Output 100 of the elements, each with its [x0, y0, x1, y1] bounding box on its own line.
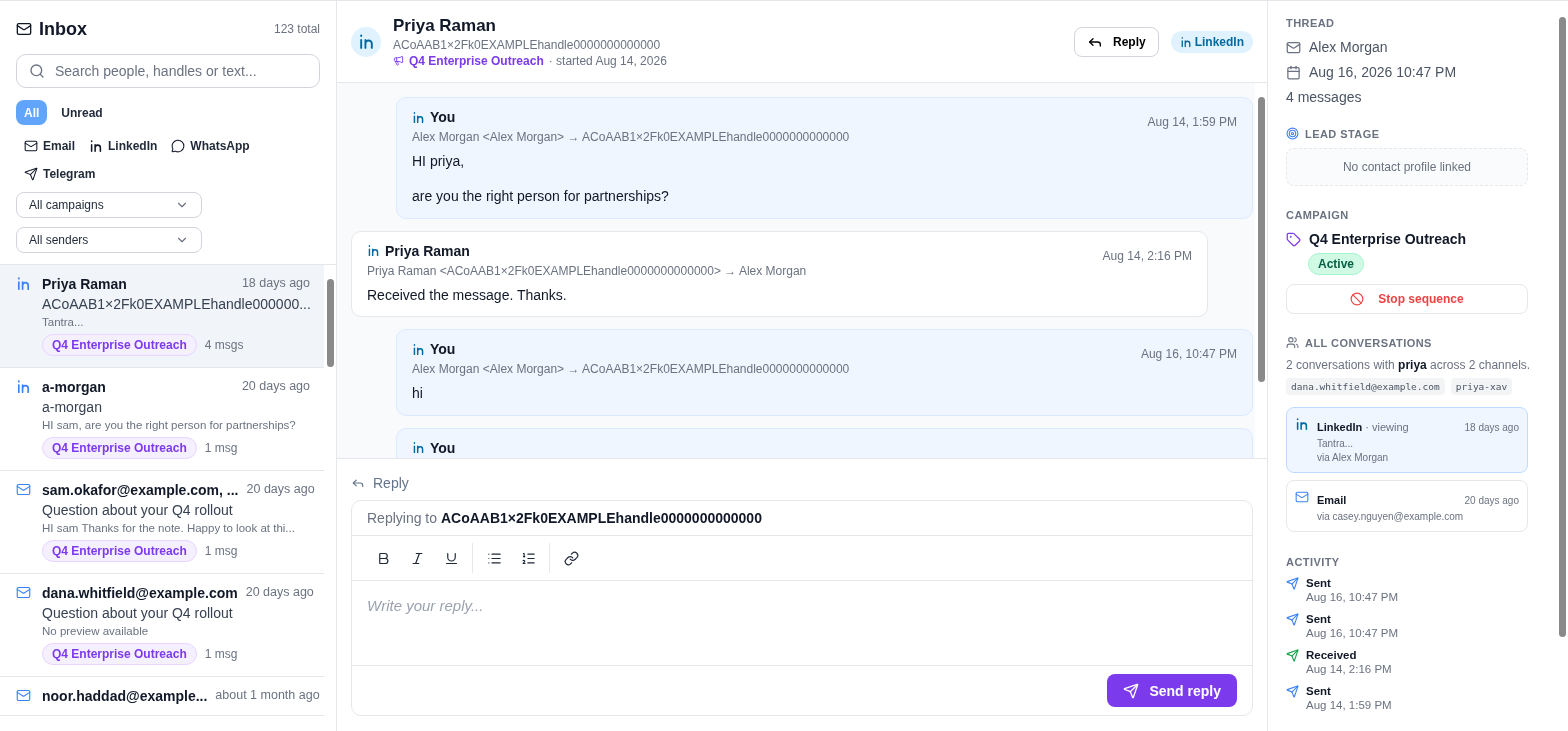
channel-filter[interactable]: Email: [22, 137, 77, 155]
timestamp: 20 days ago: [1464, 495, 1519, 506]
message-body: hi: [412, 385, 424, 403]
mail-icon: [1295, 490, 1309, 504]
paper-plane-icon: [1286, 613, 1299, 626]
dropdown[interactable]: All senders: [16, 227, 202, 253]
activity-time: Aug 14, 2:16 PM: [1306, 663, 1392, 675]
reply-icon: [351, 476, 365, 490]
channel-filter[interactable]: LinkedIn: [87, 137, 160, 155]
contact-name: Priya Raman: [42, 276, 127, 292]
activity-time: Aug 14, 1:59 PM: [1306, 699, 1392, 711]
campaign-tag: Q4 Enterprise Outreach: [42, 540, 197, 562]
conversation-card[interactable]: LinkedIn · viewing 18 days ago Tantra... via Alex Morgan: [1286, 407, 1528, 473]
message-count: 1 msg: [204, 441, 238, 455]
section-heading: ALL CONVERSATIONS: [1305, 336, 1432, 349]
search-input[interactable]: Search people, handles or text...: [53, 62, 307, 80]
users-icon: [1286, 336, 1299, 349]
timestamp: 18 days ago: [1464, 422, 1519, 433]
sender-name: Priya Raman: [385, 242, 470, 259]
empty-state: No contact profile linked: [1286, 148, 1528, 186]
message-body: HI priya, are you the right person for partnerships?: [412, 153, 670, 206]
replying-to-label: Replying to ACoAAB1×2Fk0EXAMPLEhandle0000000000000: [367, 510, 762, 526]
contact-handle: ACoAAB1×2Fk0EXAMPLEhandle0000000000000: [393, 37, 662, 52]
search-icon: [29, 63, 45, 79]
conversation-card[interactable]: Email 20 days ago via casey.nguyen@example.com: [1286, 480, 1528, 532]
message-count: 4 messages: [1286, 89, 1362, 105]
send-reply-button[interactable]: Send reply: [1107, 674, 1237, 707]
handle-chip: priya-xav: [1450, 378, 1513, 395]
conversation-summary: 2 conversations with priya across 2 channels.: [1286, 358, 1532, 372]
timestamp: 18 days ago: [241, 276, 310, 292]
message-preview: Tantra...: [1317, 438, 1355, 449]
activity-time: Aug 16, 10:47 PM: [1306, 627, 1399, 639]
linkedin-icon: [1295, 417, 1309, 431]
linkedin-icon: [412, 441, 425, 454]
message-count: 1 msg: [204, 647, 238, 661]
linkedin-icon: [89, 139, 103, 153]
message-count: 4 msgs: [204, 338, 244, 352]
mail-icon: [16, 585, 31, 600]
linkedin-icon: [16, 276, 31, 291]
linkedin-icon: [367, 244, 380, 257]
dropdown[interactable]: All campaigns: [16, 192, 202, 218]
timestamp: 20 days ago: [241, 379, 310, 395]
message-preview: HI sam Thanks for the note. Happy to look at thi...: [42, 522, 296, 534]
conversation-subject: ACoAAB1×2Fk0EXAMPLEhandle000000...: [42, 296, 310, 312]
calendar-icon: [1286, 64, 1301, 80]
message-route: Alex Morgan <Alex Morgan> → ACoAAB1×2Fk0EXAMPLEhandle0000000000000: [412, 130, 851, 144]
activity-label: Received: [1306, 649, 1358, 661]
handle-chip: dana.whitfield@example.com: [1286, 378, 1445, 395]
sender-name: You: [430, 341, 456, 357]
timestamp: 20 days ago: [245, 585, 314, 601]
contact-name: sam.okafor@example.com, ...: [42, 482, 239, 498]
message-time: Aug 14, 1:59 PM: [1147, 115, 1237, 129]
channel-name: LinkedIn · viewing: [1317, 420, 1409, 435]
message-preview: HI sam, are you the right person for partnerships?: [42, 419, 297, 431]
reply-button[interactable]: Reply: [1073, 26, 1159, 57]
message-body: Received the message. Thanks.: [367, 286, 568, 304]
paper-plane-icon: [1286, 649, 1299, 662]
campaign-name: Q4 Enterprise Outreach: [1309, 231, 1467, 247]
contact-name: Priya Raman: [393, 15, 497, 36]
linkedin-icon: [16, 379, 31, 394]
linkedin-icon: [357, 33, 375, 50]
activity-label: Sent: [1306, 613, 1332, 625]
campaign-link[interactable]: Q4 Enterprise Outreach: [409, 53, 544, 68]
numbered-list-icon: [520, 550, 536, 566]
filter-tab[interactable]: Unread: [53, 100, 111, 125]
reply-editor[interactable]: Replying to ACoAAB1×2Fk0EXAMPLEhandle0000000000000 Write your reply... Send reply: [351, 500, 1253, 716]
message-route: Priya Raman <ACoAAB1×2Fk0EXAMPLEhandle0000000000000> → Alex Morgan: [367, 263, 808, 278]
activity-time: Aug 16, 10:47 PM: [1306, 591, 1399, 603]
start-date: · started Aug 14, 2026: [548, 53, 667, 68]
message-time: Aug 16, 10:47 PM: [1140, 347, 1237, 361]
timestamp: 20 days ago: [246, 482, 315, 498]
status-badge: Active: [1308, 253, 1365, 275]
bullet-list-icon: [486, 550, 502, 566]
campaign-tag: Q4 Enterprise Outreach: [42, 437, 197, 459]
send-icon: [1123, 682, 1140, 699]
thread-date: Aug 16, 2026 10:47 PM: [1309, 64, 1457, 80]
linkedin-icon: [1179, 35, 1192, 48]
linkedin-icon: [412, 110, 425, 124]
contact-name: a-morgan: [42, 379, 106, 395]
channel-filter[interactable]: WhatsApp: [169, 137, 252, 155]
tag-icon: [1286, 231, 1301, 247]
message-preview: No preview available: [42, 625, 150, 637]
message-route: Alex Morgan <Alex Morgan> → ACoAAB1×2Fk0EXAMPLEhandle0000000000000: [412, 362, 851, 376]
message-preview: Tantra...: [42, 316, 85, 328]
search-field[interactable]: Search people, handles or text...: [16, 54, 320, 88]
stop-sequence-button[interactable]: Stop sequence: [1286, 284, 1528, 314]
sender-name: You: [430, 439, 456, 456]
mail-icon: [1286, 39, 1301, 55]
sender-name: You: [430, 109, 456, 125]
composer-title: Reply: [373, 475, 409, 491]
timestamp: about 1 month ago: [215, 688, 320, 704]
total-count: 123 total: [273, 22, 320, 36]
linkedin-icon: [412, 342, 425, 356]
conversation-item[interactable]: Priya Raman 18 days ago ACoAAB1×2Fk0EXAMPLEhandle000000... Tantra... Q4 Enterprise Outreach 4 msgs: [0, 265, 324, 368]
channel-filter[interactable]: Telegram: [22, 165, 98, 183]
campaign-tag: Q4 Enterprise Outreach: [42, 334, 197, 356]
sender-account: via Alex Morgan: [1317, 452, 1390, 463]
section-heading: LEAD STAGE: [1305, 127, 1380, 140]
message-count: 1 msg: [204, 544, 238, 558]
stop-icon: [1350, 292, 1365, 306]
